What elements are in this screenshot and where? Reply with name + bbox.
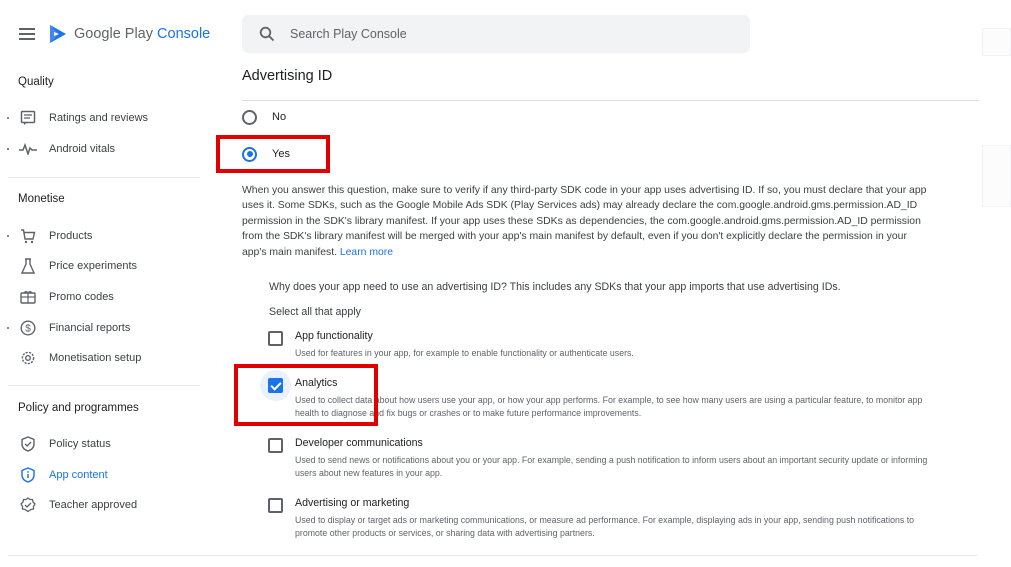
sidebar-item-monetisation-setup[interactable]: Monetisation setup (0, 346, 205, 370)
advertising-id-explanation: When you answer this question, make sure… (242, 185, 927, 258)
divider (8, 177, 200, 178)
promo-icon (19, 288, 37, 306)
brand-header: Google Play Console (19, 20, 210, 48)
sidebar-item-label: Policy status (49, 438, 111, 450)
checkbox[interactable] (268, 331, 283, 346)
sidebar-item-label: Android vitals (49, 143, 116, 155)
gear-icon (19, 349, 37, 367)
section-monetise: Monetise (18, 193, 65, 205)
vitals-icon (19, 140, 37, 158)
sidebar: Google Play Console Quality Ratings and … (0, 0, 210, 567)
sidebar-item-label: Financial reports (49, 322, 131, 334)
section-policy-and-programmes: Policy and programmes (18, 402, 139, 414)
ratings-icon (19, 109, 37, 127)
background-panel-fragment (982, 145, 1011, 207)
badge-icon (19, 496, 37, 514)
search-icon (259, 26, 275, 42)
highlight-box-analytics (234, 364, 378, 426)
dollar-icon: $ (19, 319, 37, 337)
play-console-logo-icon (50, 25, 66, 43)
search-bar[interactable] (242, 15, 750, 53)
checkbox[interactable] (268, 438, 283, 453)
sidebar-item-promo-codes[interactable]: Promo codes (0, 285, 205, 309)
section-quality: Quality (18, 76, 54, 88)
highlight-box-yes (216, 135, 330, 173)
search-input[interactable] (290, 27, 690, 41)
question-text: Why does your app need to use an adverti… (269, 281, 841, 293)
select-all-label: Select all that apply (269, 306, 361, 318)
sidebar-item-label: App content (49, 469, 108, 481)
menu-icon[interactable] (19, 28, 35, 40)
checkbox-description: Used to display or target ads or marketi… (295, 515, 915, 538)
sidebar-item-label: Monetisation setup (49, 352, 142, 364)
checkbox-title: App functionality (295, 330, 373, 342)
sidebar-item-price-experiments[interactable]: Price experiments (0, 254, 205, 278)
divider (8, 385, 200, 386)
sidebar-item-label: Teacher approved (49, 499, 138, 511)
sidebar-item-financial-reports[interactable]: $ Financial reports (0, 316, 205, 340)
radio-button[interactable] (242, 109, 257, 125)
page-title: Advertising ID (242, 68, 333, 84)
sidebar-item-app-content[interactable]: App content (0, 463, 205, 487)
divider (242, 100, 979, 101)
learn-more-link[interactable]: Learn more (340, 247, 393, 258)
checkbox[interactable] (268, 498, 283, 513)
flask-icon (19, 257, 37, 275)
divider (8, 555, 978, 556)
sidebar-item-android-vitals[interactable]: Android vitals (0, 137, 205, 161)
shield-icon (19, 435, 37, 453)
sidebar-item-teacher-approved[interactable]: Teacher approved (0, 493, 205, 517)
radio-no[interactable]: No (242, 107, 286, 127)
checkbox-description: Used to collect data about how users use… (295, 395, 923, 418)
sidebar-item-label: Ratings and reviews (49, 112, 149, 124)
checkbox-title: Developer communications (295, 437, 423, 449)
radio-label: No (272, 111, 287, 123)
checkbox-description: Used to send news or notifications about… (295, 455, 928, 478)
sidebar-item-label: Promo codes (49, 291, 114, 303)
sidebar-item-policy-status[interactable]: Policy status (0, 432, 205, 456)
shield-info-icon (19, 466, 37, 484)
checkbox-description: Used for features in your app, for examp… (295, 348, 634, 358)
sidebar-item-label: Products (49, 230, 93, 242)
sidebar-item-products[interactable]: Products (0, 224, 205, 248)
sidebar-item-label: Price experiments (49, 260, 138, 272)
brand-name[interactable]: Google Play Console (74, 26, 210, 42)
background-panel-fragment (982, 28, 1011, 56)
checkbox-title: Advertising or marketing (295, 497, 410, 509)
sidebar-item-ratings-and-reviews[interactable]: Ratings and reviews (0, 106, 205, 130)
cart-icon (19, 227, 37, 245)
svg-text:$: $ (25, 324, 31, 335)
